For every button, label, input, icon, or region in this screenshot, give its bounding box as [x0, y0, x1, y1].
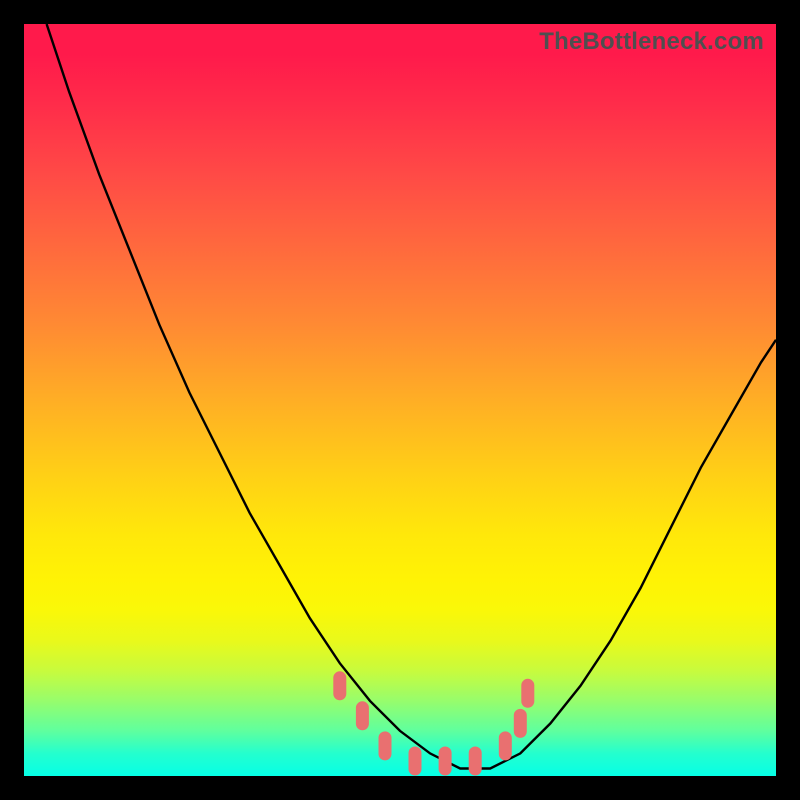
valley-markers: [334, 672, 534, 775]
valley-marker: [334, 672, 346, 700]
valley-marker: [514, 709, 526, 737]
bottleneck-curve: [47, 24, 776, 769]
curve-layer: [24, 24, 776, 776]
valley-marker: [356, 702, 368, 730]
valley-marker: [522, 679, 534, 707]
valley-marker: [469, 747, 481, 775]
valley-marker: [379, 732, 391, 760]
valley-marker: [409, 747, 421, 775]
valley-marker: [499, 732, 511, 760]
valley-marker: [439, 747, 451, 775]
plot-area: TheBottleneck.com: [24, 24, 776, 776]
chart-frame: TheBottleneck.com: [0, 0, 800, 800]
